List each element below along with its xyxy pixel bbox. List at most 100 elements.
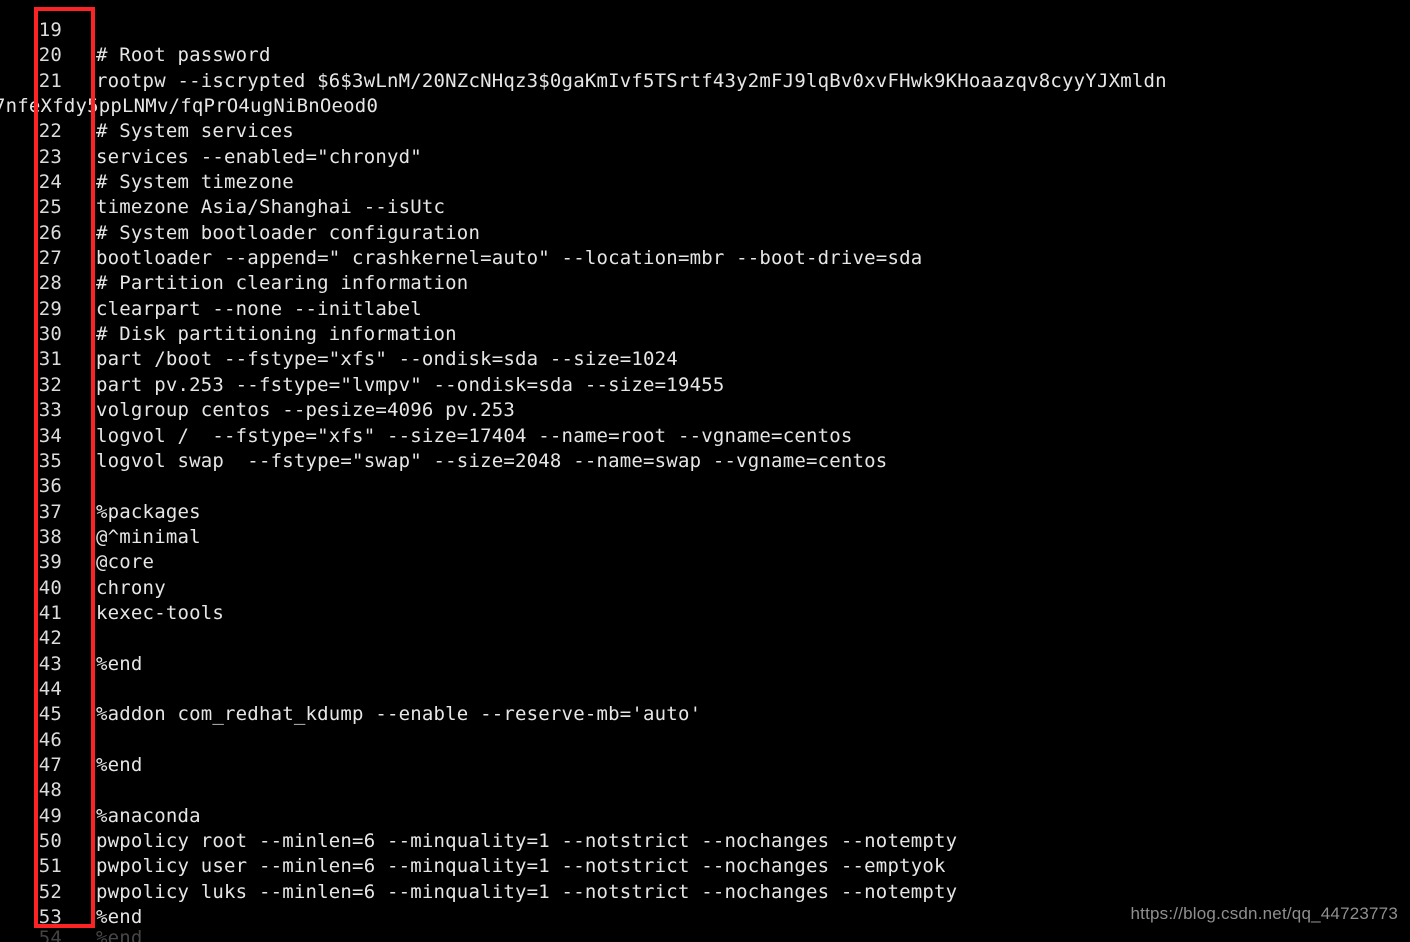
- line-text: # Partition clearing information: [96, 272, 469, 295]
- line-number: 34: [38, 424, 62, 447]
- line-text: services --enabled="chronyd": [96, 145, 422, 168]
- line-text: @^minimal: [96, 525, 201, 548]
- line-number: 50: [38, 830, 62, 852]
- line-number: 24: [38, 171, 62, 194]
- code-line[interactable]: 47 %end: [0, 753, 1410, 778]
- line-number: 23: [38, 145, 62, 168]
- line-text: %end: [96, 753, 143, 776]
- line-text: bootloader --append=" crashkernel=auto" …: [96, 247, 923, 270]
- line-number: 43: [38, 652, 62, 675]
- line-number: 40: [38, 576, 62, 599]
- code-line-wrapped[interactable]: 7nfeXfdy5ppLNMv/fqPrO4ugNiBnOeod0: [0, 94, 1410, 119]
- line-text: %end: [96, 930, 143, 942]
- line-number: 28: [38, 272, 62, 295]
- code-line[interactable]: 32 part pv.253 --fstype="lvmpv" --ondisk=…: [0, 373, 1410, 398]
- line-number: 30: [38, 323, 62, 346]
- code-line[interactable]: 50 pwpolicy root --minlen=6 --minquality=…: [0, 829, 1410, 854]
- code-listing[interactable]: 19 20 # Root password 21 rootpw --iscrypted …: [0, 0, 1410, 942]
- code-line[interactable]: 40 chrony: [0, 576, 1410, 601]
- line-number: 51: [38, 855, 62, 878]
- code-line[interactable]: 28 # Partition clearing information: [0, 271, 1410, 296]
- line-text: %packages: [96, 500, 201, 523]
- code-line[interactable]: 20 # Root password: [0, 43, 1410, 68]
- line-number: 20: [38, 44, 62, 67]
- line-text: # System bootloader configuration: [96, 221, 481, 244]
- line-number: 53: [38, 906, 62, 929]
- code-line[interactable]: 22 # System services: [0, 119, 1410, 144]
- code-line[interactable]: 44: [0, 677, 1410, 702]
- line-number: 42: [38, 627, 62, 650]
- code-line[interactable]: 51 pwpolicy user --minlen=6 --minquality=…: [0, 854, 1410, 879]
- code-line[interactable]: 26 # System bootloader configuration: [0, 221, 1410, 246]
- line-number: 37: [38, 500, 62, 523]
- line-text: logvol / --fstype="xfs" --size=17404 --n…: [96, 424, 853, 447]
- line-text: # System timezone: [96, 171, 294, 194]
- line-text: %end: [96, 906, 143, 929]
- code-line[interactable]: 31 part /boot --fstype="xfs" --ondisk=sda…: [0, 347, 1410, 372]
- code-line[interactable]: 23 services --enabled="chronyd": [0, 145, 1410, 170]
- line-text: # Disk partitioning information: [96, 323, 457, 346]
- line-number: 27: [38, 247, 62, 270]
- code-line[interactable]: 38 @^minimal: [0, 525, 1410, 550]
- line-text: logvol swap --fstype="swap" --size=2048 …: [96, 449, 888, 472]
- line-number: 54: [38, 930, 62, 942]
- line-text: rootpw --iscrypted $6$3wLnM/20NZcNHqz3$0…: [96, 69, 1167, 92]
- code-line[interactable]: 52 pwpolicy luks --minlen=6 --minquality=…: [0, 880, 1410, 905]
- line-text: pwpolicy user --minlen=6 --minquality=1 …: [96, 855, 946, 878]
- line-number: 26: [38, 221, 62, 244]
- code-line[interactable]: 45 %addon com_redhat_kdump --enable --res…: [0, 702, 1410, 727]
- code-line[interactable]: 35 logvol swap --fstype="swap" --size=204…: [0, 449, 1410, 474]
- line-number: 19: [38, 19, 62, 41]
- line-number: 52: [38, 880, 62, 903]
- line-text: # System services: [96, 120, 294, 143]
- line-number: 31: [38, 348, 62, 371]
- code-line[interactable]: 36: [0, 474, 1410, 499]
- code-line[interactable]: 42: [0, 626, 1410, 651]
- line-text: clearpart --none --initlabel: [96, 297, 422, 320]
- code-line[interactable]: 30 # Disk partitioning information: [0, 322, 1410, 347]
- code-line[interactable]: 46: [0, 728, 1410, 753]
- code-line[interactable]: 43 %end: [0, 652, 1410, 677]
- code-line[interactable]: 21 rootpw --iscrypted $6$3wLnM/20NZcNHqz3…: [0, 69, 1410, 94]
- code-line[interactable]: 33 volgroup centos --pesize=4096 pv.253: [0, 398, 1410, 423]
- code-line[interactable]: 24 # System timezone: [0, 170, 1410, 195]
- line-number: 33: [38, 399, 62, 422]
- line-number: 36: [38, 475, 62, 498]
- line-number: 22: [38, 120, 62, 143]
- line-text: 7nfeXfdy5ppLNMv/fqPrO4ugNiBnOeod0: [0, 95, 379, 118]
- line-text: pwpolicy root --minlen=6 --minquality=1 …: [96, 830, 958, 852]
- code-line[interactable]: 41 kexec-tools: [0, 601, 1410, 626]
- line-number: 38: [38, 525, 62, 548]
- line-text: kexec-tools: [96, 601, 225, 624]
- line-number: 32: [38, 373, 62, 396]
- line-text: @core: [96, 551, 155, 574]
- code-line[interactable]: 37 %packages: [0, 500, 1410, 525]
- code-line[interactable]: 48: [0, 778, 1410, 803]
- line-number: 48: [38, 779, 62, 802]
- line-number: 47: [38, 753, 62, 776]
- watermark-url: https://blog.csdn.net/qq_44723773: [1130, 904, 1398, 923]
- line-text: timezone Asia/Shanghai --isUtc: [96, 196, 446, 219]
- code-line[interactable]: 54 %end: [0, 930, 1410, 942]
- line-number: 49: [38, 804, 62, 827]
- code-line[interactable]: 34 logvol / --fstype="xfs" --size=17404 -…: [0, 424, 1410, 449]
- line-text: part /boot --fstype="xfs" --ondisk=sda -…: [96, 348, 678, 371]
- code-line[interactable]: 19: [0, 18, 1410, 43]
- line-text: chrony: [96, 576, 166, 599]
- line-text: %end: [96, 652, 143, 675]
- code-line[interactable]: 25 timezone Asia/Shanghai --isUtc: [0, 195, 1410, 220]
- code-line[interactable]: 29 clearpart --none --initlabel: [0, 297, 1410, 322]
- line-text: volgroup centos --pesize=4096 pv.253: [96, 399, 516, 422]
- code-line[interactable]: 27 bootloader --append=" crashkernel=auto…: [0, 246, 1410, 271]
- line-number: 39: [38, 551, 62, 574]
- code-line[interactable]: 49 %anaconda: [0, 804, 1410, 829]
- code-line[interactable]: 39 @core: [0, 550, 1410, 575]
- line-number: 45: [38, 703, 62, 726]
- line-text: # Root password: [96, 44, 271, 67]
- line-number: 46: [38, 728, 62, 751]
- line-text: part pv.253 --fstype="lvmpv" --ondisk=sd…: [96, 373, 725, 396]
- line-number: 21: [38, 69, 62, 92]
- line-number: 41: [38, 601, 62, 624]
- line-text: %anaconda: [96, 804, 201, 827]
- line-text: %addon com_redhat_kdump --enable --reser…: [96, 703, 702, 726]
